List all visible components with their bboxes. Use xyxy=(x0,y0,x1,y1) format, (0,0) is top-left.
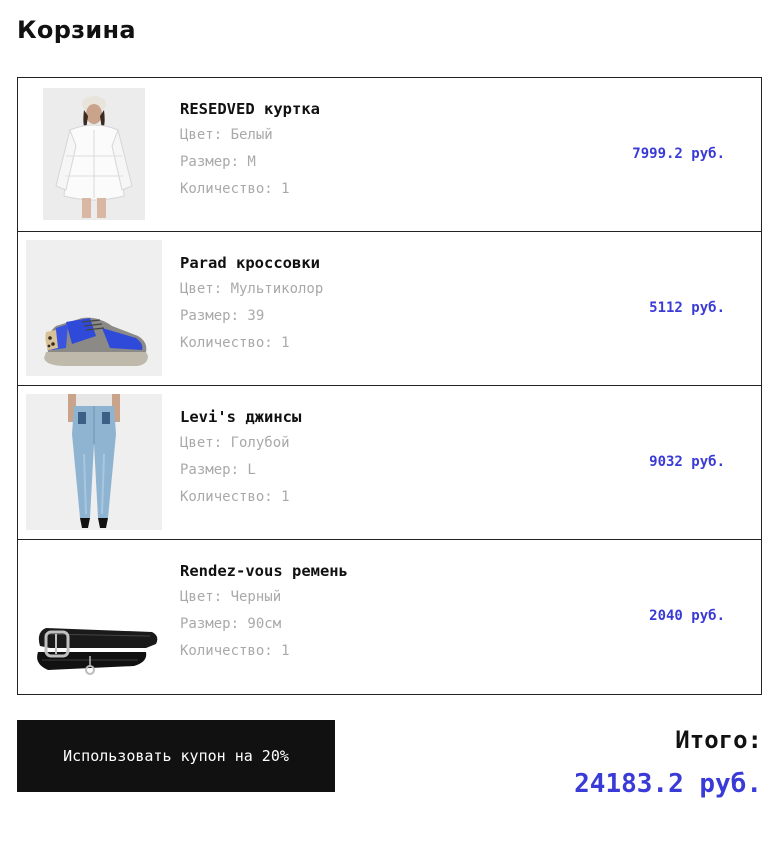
product-price: 2040 руб. xyxy=(649,608,725,624)
cart-item[interactable]: Rendez-vous ремень Цвет: Черный Размер: … xyxy=(18,540,761,694)
product-info: RESEDVED куртка Цвет: Белый Размер: M Ко… xyxy=(180,100,320,207)
product-info: Rendez-vous ремень Цвет: Черный Размер: … xyxy=(180,562,348,669)
product-name[interactable]: Rendez-vous ремень xyxy=(180,562,348,580)
apply-coupon-button[interactable]: Использовать купон на 20% xyxy=(17,720,335,792)
product-size: Размер: 39 xyxy=(180,308,265,324)
cart-item[interactable]: RESEDVED куртка Цвет: Белый Размер: M Ко… xyxy=(18,78,761,232)
product-quantity: Количество: 1 xyxy=(180,489,290,505)
product-name[interactable]: Parad кроссовки xyxy=(180,254,323,272)
product-info: Parad кроссовки Цвет: Мультиколор Размер… xyxy=(180,254,323,361)
product-size: Размер: M xyxy=(180,154,256,170)
white-puffer-jacket-photo[interactable] xyxy=(26,86,162,222)
product-name[interactable]: RESEDVED куртка xyxy=(180,100,320,118)
page-title: Корзина xyxy=(17,16,136,44)
product-color: Цвет: Белый xyxy=(180,127,273,143)
product-name[interactable]: Levi's джинсы xyxy=(180,408,301,426)
total-label: Итого: xyxy=(675,726,762,754)
blue-sneaker-photo[interactable] xyxy=(26,240,162,376)
cart-item[interactable]: Levi's джинсы Цвет: Голубой Размер: L Ко… xyxy=(18,386,761,540)
product-price: 7999.2 руб. xyxy=(632,146,725,162)
product-price: 9032 руб. xyxy=(649,454,725,470)
product-quantity: Количество: 1 xyxy=(180,643,290,659)
product-price: 5112 руб. xyxy=(649,300,725,316)
black-belt-photo[interactable] xyxy=(26,548,162,684)
product-size: Размер: 90см xyxy=(180,616,282,632)
blue-jeans-photo[interactable] xyxy=(26,394,162,530)
product-color: Цвет: Голубой xyxy=(180,435,290,451)
cart-list: RESEDVED куртка Цвет: Белый Размер: M Ко… xyxy=(17,77,762,695)
product-color: Цвет: Черный xyxy=(180,589,282,605)
cart-item[interactable]: Parad кроссовки Цвет: Мультиколор Размер… xyxy=(18,232,761,386)
product-color: Цвет: Мультиколор xyxy=(180,281,324,297)
product-info: Levi's джинсы Цвет: Голубой Размер: L Ко… xyxy=(180,408,301,515)
product-quantity: Количество: 1 xyxy=(180,181,290,197)
product-quantity: Количество: 1 xyxy=(180,335,290,351)
product-size: Размер: L xyxy=(180,462,256,478)
total-value: 24183.2 руб. xyxy=(574,769,762,799)
